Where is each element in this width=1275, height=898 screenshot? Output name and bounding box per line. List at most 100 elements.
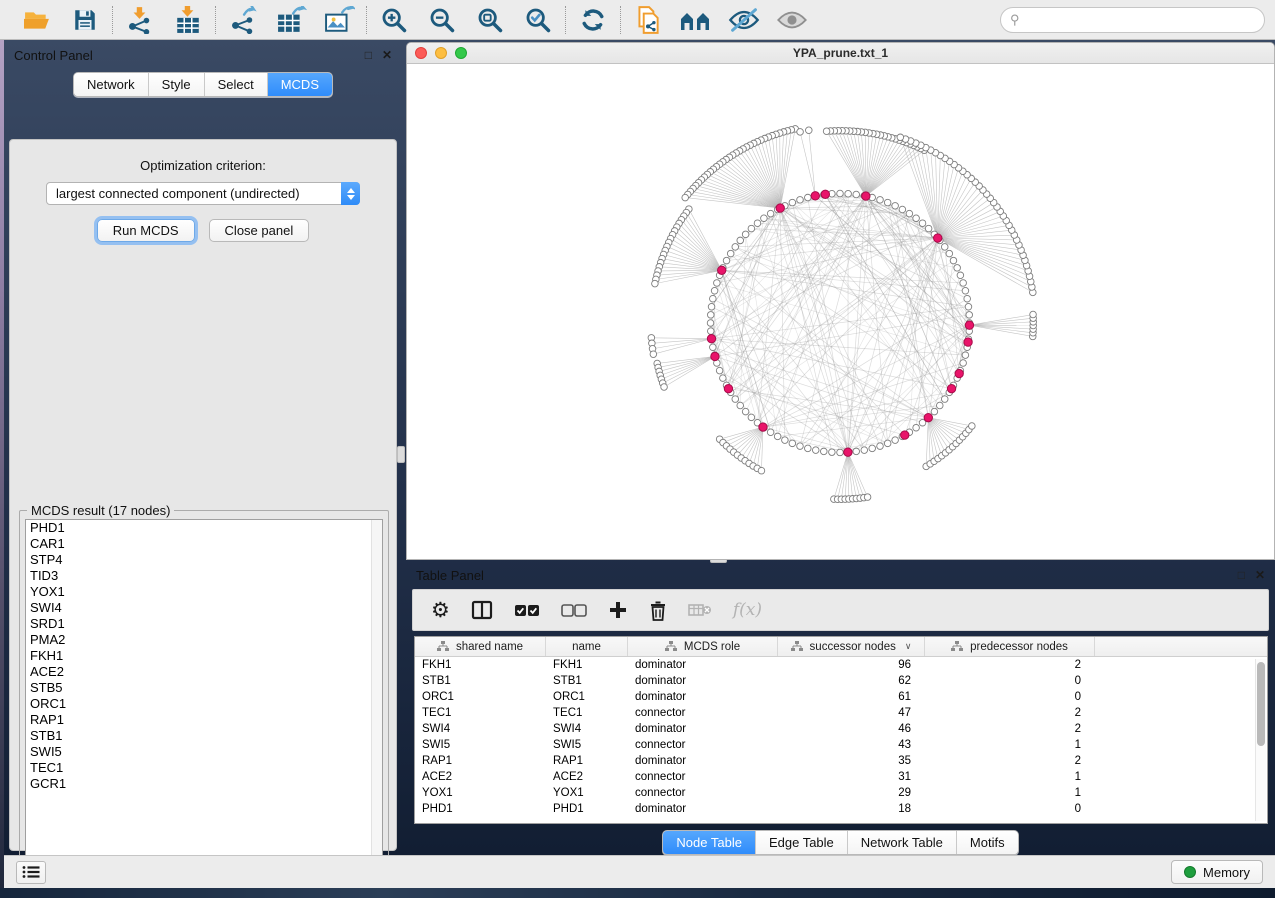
mcds-hub-node[interactable]	[718, 266, 726, 274]
satellite-node[interactable]	[652, 280, 659, 287]
network-node[interactable]	[962, 287, 969, 294]
network-node[interactable]	[957, 272, 964, 279]
network-node[interactable]	[884, 440, 891, 447]
network-node[interactable]	[720, 375, 727, 382]
network-node[interactable]	[716, 367, 723, 374]
satellite-node[interactable]	[758, 467, 765, 474]
mcds-hub-node[interactable]	[924, 413, 932, 421]
search-field[interactable]: ⚲	[1000, 7, 1265, 33]
network-graph-canvas[interactable]	[407, 64, 1274, 559]
network-node[interactable]	[767, 429, 774, 436]
network-node[interactable]	[710, 344, 717, 351]
network-node[interactable]	[899, 206, 906, 213]
close-panel-button[interactable]: Close panel	[209, 219, 310, 242]
network-node[interactable]	[748, 225, 755, 232]
export-network-icon[interactable]	[227, 5, 259, 35]
mcds-result-item[interactable]: SWI5	[26, 744, 382, 760]
import-table-icon[interactable]	[172, 5, 204, 35]
network-node[interactable]	[954, 265, 961, 272]
network-node[interactable]	[711, 287, 718, 294]
mcds-hub-node[interactable]	[844, 448, 852, 456]
network-node[interactable]	[710, 295, 717, 302]
save-session-icon[interactable]	[69, 5, 101, 35]
satellite-node[interactable]	[823, 128, 830, 135]
network-node[interactable]	[812, 447, 819, 454]
mcds-result-item[interactable]: ORC1	[26, 696, 382, 712]
mcds-result-item[interactable]: STP4	[26, 552, 382, 568]
satellite-node[interactable]	[806, 127, 813, 134]
vertical-splitter-handle[interactable]	[397, 446, 405, 463]
network-node[interactable]	[707, 320, 714, 327]
mcds-result-item[interactable]: RAP1	[26, 712, 382, 728]
optimization-criterion-dropdown[interactable]: largest connected component (undirected)	[46, 182, 360, 205]
import-network-icon[interactable]	[124, 5, 156, 35]
network-node[interactable]	[962, 352, 969, 359]
hide-selected-icon[interactable]	[728, 5, 760, 35]
mcds-hub-node[interactable]	[821, 190, 829, 198]
settings-gear-icon[interactable]: ⚙	[431, 595, 450, 625]
mcds-hub-node[interactable]	[711, 352, 719, 360]
table-row[interactable]: SWI5SWI5connector431	[415, 737, 1267, 753]
network-node[interactable]	[797, 443, 804, 450]
export-table-icon[interactable]	[275, 5, 307, 35]
column-header-successor-nodes[interactable]: successor nodes∨	[778, 637, 925, 656]
mcds-hub-node[interactable]	[947, 384, 955, 392]
network-node[interactable]	[754, 220, 761, 227]
zoom-out-icon[interactable]	[426, 5, 458, 35]
show-all-icon[interactable]	[776, 5, 808, 35]
network-node[interactable]	[727, 250, 734, 257]
network-node[interactable]	[877, 197, 884, 204]
network-node[interactable]	[774, 433, 781, 440]
network-node[interactable]	[906, 210, 913, 217]
network-node[interactable]	[767, 210, 774, 217]
column-header-mcds-role[interactable]: MCDS role	[628, 637, 778, 656]
network-node[interactable]	[797, 197, 804, 204]
memory-button[interactable]: Memory	[1171, 860, 1263, 884]
network-node[interactable]	[714, 280, 721, 287]
network-node[interactable]	[829, 449, 836, 456]
export-image-icon[interactable]	[323, 5, 355, 35]
network-node[interactable]	[707, 312, 714, 319]
network-node[interactable]	[837, 449, 844, 456]
table-row[interactable]: PHD1PHD1dominator180	[415, 801, 1267, 817]
mcds-result-item[interactable]: FKH1	[26, 648, 382, 664]
network-node[interactable]	[742, 408, 749, 415]
satellite-node[interactable]	[682, 194, 689, 201]
table-row[interactable]: YOX1YOX1connector291	[415, 785, 1267, 801]
satellite-node[interactable]	[650, 351, 657, 358]
network-node[interactable]	[965, 303, 972, 310]
mcds-hub-node[interactable]	[776, 204, 784, 212]
tab-node-table[interactable]: Node Table	[663, 831, 755, 854]
network-node[interactable]	[892, 437, 899, 444]
float-panel-icon[interactable]: □	[365, 49, 372, 61]
network-node[interactable]	[946, 250, 953, 257]
close-panel-icon[interactable]: ✕	[1255, 569, 1265, 581]
table-scrollbar-thumb[interactable]	[1257, 662, 1265, 746]
tab-mcds[interactable]: MCDS	[267, 73, 332, 96]
network-node[interactable]	[913, 424, 920, 431]
satellite-node[interactable]	[797, 129, 804, 136]
table-row[interactable]: ACE2ACE2connector311	[415, 769, 1267, 785]
mcds-result-item[interactable]: GCR1	[26, 776, 382, 792]
run-mcds-button[interactable]: Run MCDS	[97, 219, 195, 242]
first-neighbors-icon[interactable]	[680, 5, 712, 35]
table-row[interactable]: STB1STB1dominator620	[415, 673, 1267, 689]
table-row[interactable]: RAP1RAP1dominator352	[415, 753, 1267, 769]
network-window-titlebar[interactable]: YPA_prune.txt_1	[407, 43, 1274, 64]
zoom-selected-icon[interactable]	[522, 5, 554, 35]
mcds-result-item[interactable]: TEC1	[26, 760, 382, 776]
network-node[interactable]	[805, 445, 812, 452]
mcds-result-item[interactable]: PHD1	[26, 520, 382, 536]
network-node[interactable]	[877, 443, 884, 450]
network-node[interactable]	[966, 312, 973, 319]
mcds-result-list[interactable]: PHD1CAR1STP4TID3YOX1SWI4SRD1PMA2FKH1ACE2…	[25, 519, 383, 875]
mcds-hub-node[interactable]	[955, 369, 963, 377]
mcds-result-item[interactable]: CAR1	[26, 536, 382, 552]
mcds-hub-node[interactable]	[901, 431, 909, 439]
network-node[interactable]	[853, 191, 860, 198]
tab-style[interactable]: Style	[148, 73, 204, 96]
satellite-node[interactable]	[1030, 311, 1037, 318]
network-node[interactable]	[964, 295, 971, 302]
network-node[interactable]	[884, 199, 891, 206]
network-node[interactable]	[789, 440, 796, 447]
